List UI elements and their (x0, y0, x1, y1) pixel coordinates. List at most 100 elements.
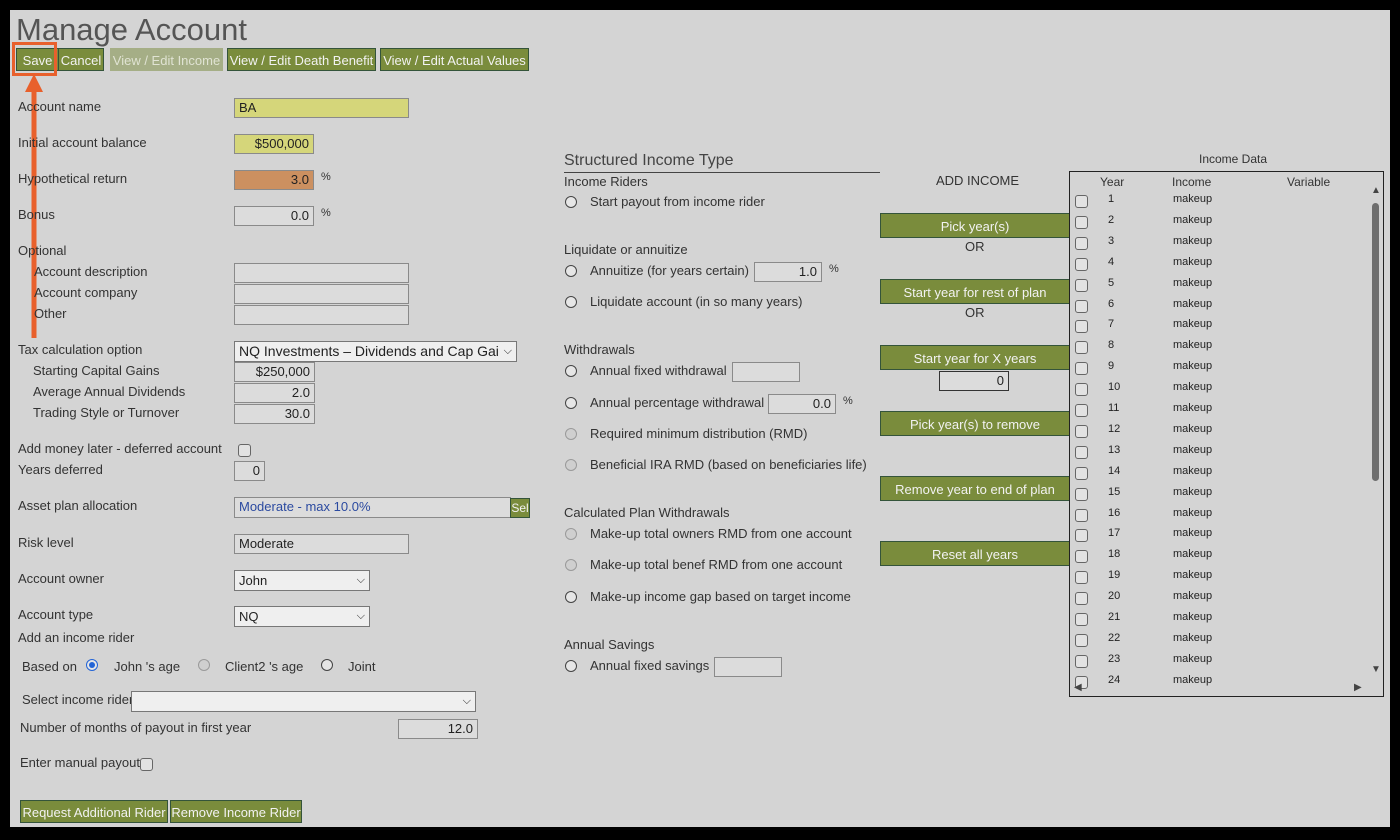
asset-plan-input[interactable]: Moderate - max 10.0% (234, 497, 511, 518)
remove-year-to-end-button[interactable]: Remove year to end of plan (880, 476, 1070, 501)
scroll-up-icon[interactable]: ▲ (1371, 185, 1381, 196)
beneficial-rmd-radio[interactable] (565, 459, 577, 471)
row-checkbox[interactable] (1075, 445, 1088, 459)
annuitize-radio[interactable] (565, 265, 577, 277)
initial-balance-input[interactable]: $500,000 (234, 134, 314, 154)
years-deferred-input[interactable]: 0 (234, 461, 265, 481)
row-checkbox[interactable] (1075, 508, 1088, 522)
row-checkbox[interactable] (1075, 550, 1088, 564)
start-payout-radio[interactable] (565, 196, 577, 208)
annual-fixed-withdrawal-input[interactable] (732, 362, 800, 382)
view-edit-death-benefit-button[interactable]: View / Edit Death Benefit (227, 48, 376, 71)
table-row[interactable]: 5 makeup (1070, 275, 1360, 296)
based-on-joint-radio[interactable] (321, 659, 333, 671)
table-row[interactable]: 11 makeup (1070, 400, 1360, 421)
horizontal-scrollbar[interactable]: ◀ ▶ (1070, 680, 1369, 696)
account-description-input[interactable] (234, 263, 409, 283)
scroll-left-icon[interactable]: ◀ (1074, 682, 1082, 693)
pick-years-button[interactable]: Pick year(s) (880, 213, 1070, 238)
add-money-later-checkbox[interactable] (238, 444, 251, 457)
income-rider-select[interactable]: ⌵ (131, 691, 476, 712)
request-additional-rider-button[interactable]: Request Additional Rider (20, 800, 168, 823)
annual-pct-withdrawal-input[interactable]: 0.0 (768, 394, 836, 414)
row-checkbox[interactable] (1075, 487, 1088, 501)
annual-fixed-savings-radio[interactable] (565, 660, 577, 672)
table-row[interactable]: 14 makeup (1070, 463, 1360, 484)
view-edit-actual-values-button[interactable]: View / Edit Actual Values (380, 48, 529, 71)
tax-option-select[interactable]: NQ Investments – Dividends and Cap Gai ⌵ (234, 341, 517, 362)
makeup-owners-rmd-radio[interactable] (565, 528, 577, 540)
manual-payout-checkbox[interactable] (140, 758, 153, 771)
makeup-income-gap-radio[interactable] (565, 591, 577, 603)
row-checkbox[interactable] (1075, 466, 1088, 480)
starting-cap-gains-input[interactable]: $250,000 (234, 362, 315, 382)
row-checkbox[interactable] (1075, 404, 1088, 417)
scroll-down-icon[interactable]: ▼ (1371, 664, 1381, 675)
table-row[interactable]: 12 makeup (1070, 421, 1360, 442)
reset-all-years-button[interactable]: Reset all years (880, 541, 1070, 566)
table-row[interactable]: 7 makeup (1070, 316, 1360, 337)
table-row[interactable]: 3 makeup (1070, 233, 1360, 254)
row-checkbox[interactable] (1075, 424, 1088, 438)
row-checkbox[interactable] (1075, 362, 1088, 376)
table-row[interactable]: 16 makeup (1070, 505, 1360, 526)
row-checkbox[interactable] (1075, 320, 1088, 334)
avg-dividends-input[interactable]: 2.0 (234, 383, 315, 403)
scroll-right-icon[interactable]: ▶ (1354, 682, 1362, 693)
annual-fixed-savings-input[interactable] (714, 657, 782, 677)
other-input[interactable] (234, 305, 409, 325)
row-checkbox[interactable] (1075, 341, 1088, 355)
table-row[interactable]: 8 makeup (1070, 337, 1360, 358)
table-row[interactable]: 23 makeup (1070, 651, 1360, 672)
row-checkbox[interactable] (1075, 571, 1088, 585)
row-checkbox[interactable] (1075, 383, 1088, 397)
bonus-input[interactable]: 0.0 (234, 206, 314, 226)
trading-style-input[interactable]: 30.0 (234, 404, 315, 424)
start-year-x-years-button[interactable]: Start year for X years (880, 345, 1070, 370)
table-row[interactable]: 2 makeup (1070, 212, 1360, 233)
annual-pct-withdrawal-radio[interactable] (565, 397, 577, 409)
table-row[interactable]: 19 makeup (1070, 567, 1360, 588)
start-year-rest-of-plan-button[interactable]: Start year for rest of plan (880, 279, 1070, 304)
row-checkbox[interactable] (1075, 633, 1088, 647)
table-row[interactable]: 18 makeup (1070, 546, 1360, 567)
based-on-client2-radio[interactable] (198, 659, 210, 671)
risk-level-input[interactable]: Moderate (234, 534, 409, 554)
table-row[interactable]: 22 makeup (1070, 630, 1360, 651)
annual-fixed-withdrawal-radio[interactable] (565, 365, 577, 377)
liquidate-radio[interactable] (565, 296, 577, 308)
row-checkbox[interactable] (1075, 257, 1088, 271)
remove-income-rider-button[interactable]: Remove Income Rider (170, 800, 302, 823)
cancel-button[interactable]: Cancel (58, 48, 104, 71)
annuitize-years-input[interactable]: 1.0 (754, 262, 822, 282)
scrollbar-thumb[interactable] (1372, 203, 1379, 481)
table-row[interactable]: 13 makeup (1070, 442, 1360, 463)
account-type-select[interactable]: NQ ⌵ (234, 606, 370, 627)
vertical-scrollbar[interactable]: ▲ ▼ (1369, 185, 1383, 680)
pick-years-to-remove-button[interactable]: Pick year(s) to remove (880, 411, 1070, 436)
row-checkbox[interactable] (1075, 613, 1088, 626)
income-data-table[interactable]: Year Income Variable 1 makeup 2 makeup 3 make… (1069, 171, 1384, 697)
based-on-john-radio[interactable] (86, 659, 98, 671)
table-row[interactable]: 15 makeup (1070, 484, 1360, 505)
view-edit-income-button[interactable]: View / Edit Income (110, 48, 223, 71)
table-row[interactable]: 21 makeup (1070, 609, 1360, 630)
account-name-input[interactable]: BA (234, 98, 409, 118)
row-checkbox[interactable] (1075, 654, 1088, 668)
row-checkbox[interactable] (1075, 236, 1088, 250)
row-checkbox[interactable] (1075, 529, 1088, 543)
hypothetical-return-input[interactable]: 3.0 (234, 170, 314, 190)
table-row[interactable]: 1 makeup (1070, 191, 1360, 212)
row-checkbox[interactable] (1075, 215, 1088, 229)
x-years-input[interactable]: 0 (939, 371, 1009, 391)
row-checkbox[interactable] (1075, 195, 1088, 208)
months-payout-input[interactable]: 12.0 (398, 719, 478, 739)
row-checkbox[interactable] (1075, 299, 1088, 313)
table-row[interactable]: 4 makeup (1070, 254, 1360, 275)
table-row[interactable]: 9 makeup (1070, 358, 1360, 379)
rmd-radio[interactable] (565, 428, 577, 440)
table-row[interactable]: 6 makeup (1070, 296, 1360, 317)
table-row[interactable]: 20 makeup (1070, 588, 1360, 609)
account-company-input[interactable] (234, 284, 409, 304)
row-checkbox[interactable] (1075, 278, 1088, 292)
